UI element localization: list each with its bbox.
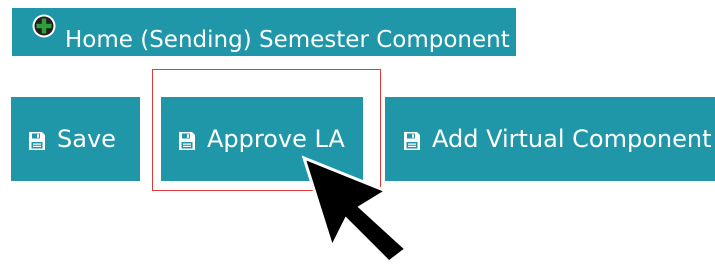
plus-circle-icon [32, 14, 56, 38]
add-virtual-component-button[interactable]: Add Virtual Component [385, 97, 715, 181]
add-home-semester-component-label: Home (Sending) Semester Component [65, 27, 510, 53]
floppy-disk-icon [403, 129, 421, 150]
add-home-semester-component-button[interactable]: Home (Sending) Semester Component [12, 8, 516, 56]
approve-la-button[interactable]: Approve LA [161, 97, 363, 181]
save-button[interactable]: Save [11, 97, 140, 181]
approve-la-button-label: Approve LA [207, 125, 345, 153]
screenshot-stage: Home (Sending) Semester Component Save A… [0, 0, 715, 266]
save-button-label: Save [57, 125, 116, 153]
floppy-disk-icon [178, 129, 196, 150]
floppy-disk-icon [28, 129, 46, 150]
add-virtual-component-button-label: Add Virtual Component [432, 125, 712, 153]
